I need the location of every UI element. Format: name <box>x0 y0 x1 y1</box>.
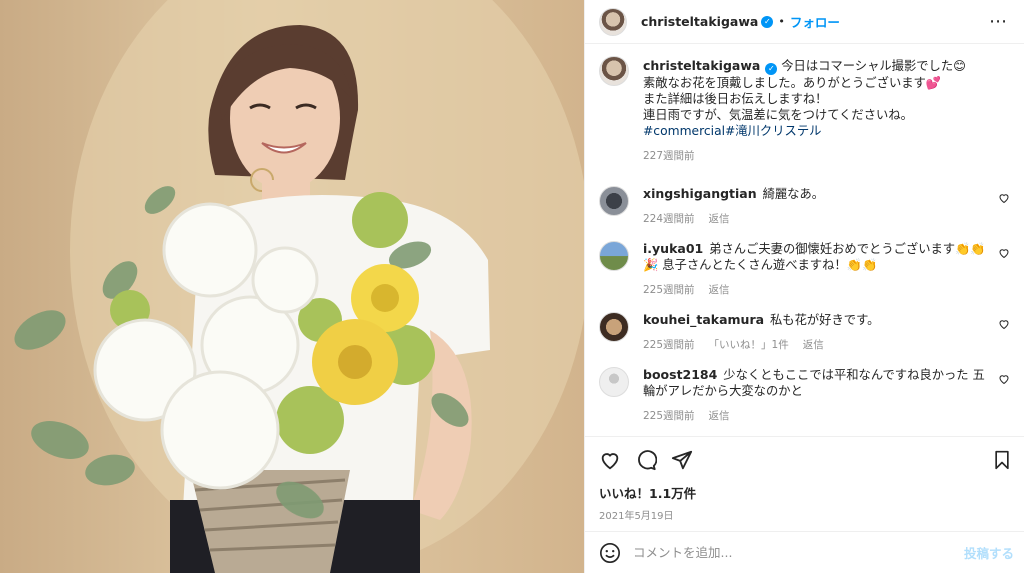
comment-username[interactable]: i.yuka01 <box>643 241 703 256</box>
likes-count[interactable]: いいね！1.1万件 <box>599 483 1012 502</box>
reply-button[interactable]: 返信 <box>709 408 730 424</box>
post-actions: いいね！1.1万件 2021年5月19日 <box>585 436 1024 531</box>
commenter-avatar[interactable] <box>599 186 629 216</box>
post-date[interactable]: 2021年5月19日 <box>599 507 1012 522</box>
caption: christeltakigawa ✓ 今日はコマーシャル撮影でした😊 素敵なお花を… <box>599 56 1012 164</box>
comment-username[interactable]: xingshigangtian <box>643 186 757 201</box>
comments-area[interactable]: christeltakigawa ✓ 今日はコマーシャル撮影でした😊 素敵なお花を… <box>585 44 1024 436</box>
comment-likes[interactable]: 「いいね！」1件 <box>709 337 789 353</box>
photo-illustration <box>14 0 584 573</box>
author-username[interactable]: christeltakigawa <box>641 14 758 29</box>
comment-time[interactable]: 224週間前 <box>643 211 695 227</box>
more-options-icon[interactable]: ⋯ <box>985 11 1012 32</box>
caption-author-avatar[interactable] <box>599 56 629 86</box>
like-comment-heart-icon[interactable] <box>998 318 1010 330</box>
post-detail-panel: christeltakigawa ✓ • フォロー ⋯ christeltaki… <box>584 0 1024 573</box>
caption-time[interactable]: 227週間前 <box>643 148 695 164</box>
post-photo[interactable] <box>0 0 584 573</box>
follow-button[interactable]: フォロー <box>790 12 840 31</box>
comment-item: xingshigangtian 綺麗なあ。 224週間前 返信 <box>599 186 1012 227</box>
comment-input[interactable] <box>633 545 964 560</box>
comment-item: i.yuka01 弟さんご夫妻の御懐妊おめでとうございます👏👏🎉 息子さんとたく… <box>599 241 1012 298</box>
caption-line-2: 素敵なお花を頂戴しました。ありがとうございます💕 <box>643 76 942 90</box>
caption-line-4: 連日雨ですが、気温差に気をつけてくださいね。 <box>643 108 913 122</box>
comment-item: boost2184 少なくともここでは平和なんですね良かった 五輪がアレだから大… <box>599 367 1012 424</box>
reply-button[interactable]: 返信 <box>709 211 730 227</box>
comment-text: 綺麗なあ。 <box>762 187 825 201</box>
like-heart-icon[interactable] <box>599 449 621 471</box>
verified-badge-icon: ✓ <box>761 15 774 28</box>
add-comment-bar: 投稿する <box>585 531 1024 573</box>
comment-time[interactable]: 225週間前 <box>643 337 695 353</box>
like-comment-heart-icon[interactable] <box>998 192 1010 204</box>
reply-button[interactable]: 返信 <box>709 282 730 298</box>
emoji-smiley-icon[interactable] <box>599 542 621 564</box>
default-avatar-icon[interactable] <box>599 367 629 397</box>
comment-text: 私も花が好きです。 <box>769 313 880 327</box>
commenter-avatar[interactable] <box>599 241 629 271</box>
commenter-avatar[interactable] <box>599 312 629 342</box>
caption-line-3: また詳細は後日お伝えしますね！ <box>643 92 828 106</box>
comment-item: kouhei_takamura 私も花が好きです。 225週間前 「いいね！」1件… <box>599 312 1012 353</box>
like-comment-heart-icon[interactable] <box>998 373 1010 385</box>
post-header: christeltakigawa ✓ • フォロー ⋯ <box>585 0 1024 44</box>
author-avatar[interactable] <box>599 7 627 36</box>
caption-hashtags[interactable]: #commercial#滝川クリステル <box>643 123 1012 139</box>
comment-time[interactable]: 225週間前 <box>643 282 695 298</box>
like-comment-heart-icon[interactable] <box>998 247 1010 259</box>
caption-line-1: 今日はコマーシャル撮影でした😊 <box>781 59 966 73</box>
comment-time[interactable]: 225週間前 <box>643 408 695 424</box>
verified-badge-icon: ✓ <box>765 63 778 75</box>
post-comment-button[interactable]: 投稿する <box>964 543 1014 562</box>
comment-username[interactable]: kouhei_takamura <box>643 312 764 327</box>
share-send-icon[interactable] <box>671 449 693 471</box>
comment-username[interactable]: boost2184 <box>643 367 717 382</box>
caption-username[interactable]: christeltakigawa <box>643 58 760 73</box>
bookmark-save-icon[interactable] <box>992 449 1012 471</box>
reply-button[interactable]: 返信 <box>803 337 824 353</box>
separator-dot: • <box>778 15 785 28</box>
comment-bubble-icon[interactable] <box>635 449 657 471</box>
